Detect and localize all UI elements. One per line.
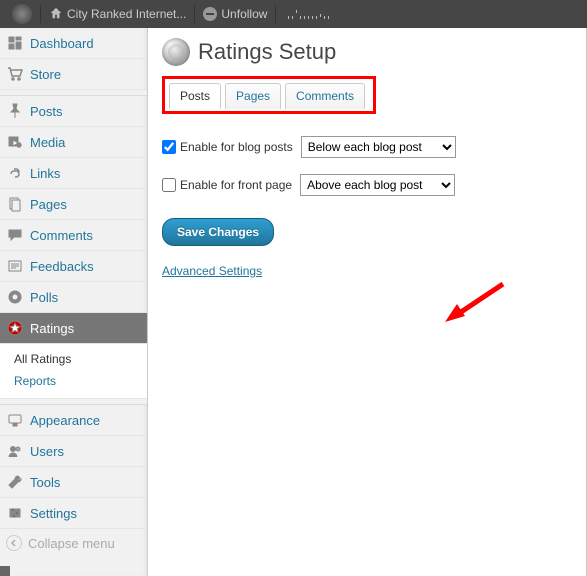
admin-sidebar: Dashboard Store Posts Media Links Pages …: [0, 28, 148, 576]
label-blog-posts: Enable for blog posts: [180, 140, 293, 154]
sidebar-label: Store: [30, 67, 61, 82]
advanced-settings-link[interactable]: Advanced Settings: [162, 264, 262, 278]
sidebar-label: Feedbacks: [30, 259, 94, 274]
sidebar-item-posts[interactable]: Posts: [0, 96, 147, 127]
select-front-page-position[interactable]: Above each blog post: [300, 174, 455, 196]
sparkline-icon: [284, 5, 354, 23]
page-title: Ratings Setup: [198, 39, 336, 65]
house-icon: [49, 6, 63, 23]
appearance-icon: [6, 411, 24, 429]
wp-logo-menu[interactable]: [4, 0, 40, 28]
sidebar-label: Ratings: [30, 321, 74, 336]
tools-icon: [6, 473, 24, 491]
unfollow-icon: [203, 7, 217, 21]
tabs-highlight-box: Posts Pages Comments: [162, 76, 376, 114]
sidebar-label: Tools: [30, 475, 60, 490]
feedback-icon: [6, 257, 24, 275]
site-title: City Ranked Internet...: [67, 7, 186, 21]
unfollow-label: Unfollow: [221, 7, 267, 21]
sidebar-item-links[interactable]: Links: [0, 158, 147, 189]
checkbox-blog-posts[interactable]: [162, 140, 176, 154]
tab-posts[interactable]: Posts: [169, 83, 221, 109]
submenu-reports[interactable]: Reports: [10, 370, 147, 392]
sidebar-label: Comments: [30, 228, 93, 243]
sidebar-label: Appearance: [30, 413, 100, 428]
sidebar-label: Pages: [30, 197, 67, 212]
collapse-label: Collapse menu: [28, 536, 115, 551]
sidebar-item-polls[interactable]: Polls: [0, 282, 147, 313]
submenu-all-ratings[interactable]: All Ratings: [10, 348, 147, 370]
media-icon: [6, 133, 24, 151]
label-front-page: Enable for front page: [180, 178, 292, 192]
admin-toolbar: City Ranked Internet... Unfollow: [0, 0, 587, 28]
ratings-icon: [6, 319, 24, 337]
sidebar-item-pages[interactable]: Pages: [0, 189, 147, 220]
sidebar-item-ratings[interactable]: Ratings: [0, 313, 147, 344]
sidebar-item-appearance[interactable]: Appearance: [0, 405, 147, 436]
pin-icon: [6, 102, 24, 120]
pages-icon: [6, 195, 24, 213]
collapse-arrow-icon: [6, 535, 22, 551]
site-name-menu[interactable]: City Ranked Internet...: [41, 0, 194, 28]
tab-comments[interactable]: Comments: [285, 83, 365, 109]
unfollow-button[interactable]: Unfollow: [195, 0, 275, 28]
sidebar-item-settings[interactable]: Settings: [0, 498, 147, 529]
sidebar-item-media[interactable]: Media: [0, 127, 147, 158]
sidebar-label: Dashboard: [30, 36, 94, 51]
annotation-arrow-icon: [443, 274, 513, 334]
link-icon: [6, 164, 24, 182]
sidebar-item-feedbacks[interactable]: Feedbacks: [0, 251, 147, 282]
wordpress-logo-icon: [12, 4, 32, 24]
ratings-submenu: All Ratings Reports: [0, 344, 147, 399]
sidebar-item-store[interactable]: Store: [0, 59, 147, 90]
users-icon: [6, 442, 24, 460]
stats-sparkline[interactable]: [276, 0, 362, 28]
sidebar-label: Links: [30, 166, 60, 181]
main-content: Ratings Setup Posts Pages Comments Enabl…: [148, 28, 587, 576]
collapse-menu[interactable]: Collapse menu: [0, 529, 147, 557]
corner-handle: [0, 566, 10, 576]
settings-icon: [6, 504, 24, 522]
tab-pages[interactable]: Pages: [225, 83, 281, 109]
polls-icon: [6, 288, 24, 306]
sidebar-item-comments[interactable]: Comments: [0, 220, 147, 251]
ratings-header-icon: [162, 38, 190, 66]
checkbox-front-page[interactable]: [162, 178, 176, 192]
save-changes-button[interactable]: Save Changes: [162, 218, 274, 246]
dashboard-icon: [6, 34, 24, 52]
sidebar-label: Settings: [30, 506, 77, 521]
sidebar-label: Polls: [30, 290, 58, 305]
sidebar-item-dashboard[interactable]: Dashboard: [0, 28, 147, 59]
row-enable-blog-posts: Enable for blog posts Below each blog po…: [162, 136, 573, 158]
sidebar-item-tools[interactable]: Tools: [0, 467, 147, 498]
row-enable-front-page: Enable for front page Above each blog po…: [162, 174, 573, 196]
page-header: Ratings Setup: [162, 28, 573, 74]
cart-icon: [6, 65, 24, 83]
sidebar-label: Media: [30, 135, 65, 150]
sidebar-label: Posts: [30, 104, 63, 119]
sidebar-label: Users: [30, 444, 64, 459]
comments-icon: [6, 226, 24, 244]
select-blog-posts-position[interactable]: Below each blog post: [301, 136, 456, 158]
sidebar-item-users[interactable]: Users: [0, 436, 147, 467]
